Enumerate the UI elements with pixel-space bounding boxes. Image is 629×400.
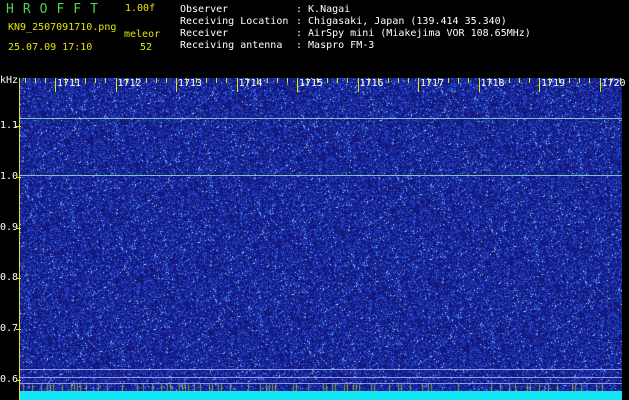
x-minor-tick (165, 78, 167, 83)
x-minor-tick (377, 78, 379, 83)
x-minor-tick (266, 78, 268, 83)
x-tick-label: 1712 (117, 78, 142, 89)
x-minor-tick (397, 78, 399, 83)
x-minor-tick (468, 78, 470, 83)
baseline-band (20, 391, 622, 400)
x-minor-tick (609, 78, 611, 83)
observer-value: : K.Nagai (296, 4, 351, 15)
x-tick-mark (478, 78, 480, 92)
x-minor-tick (135, 78, 137, 83)
x-tick-mark (176, 78, 177, 92)
signal-line (20, 175, 622, 176)
app-version: 1.00f (125, 3, 156, 14)
x-tick-mark (418, 78, 419, 92)
x-minor-tick (216, 78, 218, 83)
x-minor-tick (186, 78, 188, 83)
x-tick-label: 1713 (178, 78, 203, 89)
observer-label: Observer (180, 4, 229, 15)
x-tick-mark (599, 78, 601, 92)
x-tick-mark (539, 78, 540, 92)
x-minor-tick (327, 78, 329, 83)
spectrogram (20, 78, 622, 400)
x-minor-tick (448, 78, 450, 83)
x-minor-tick (246, 78, 248, 83)
x-tick-label: 1717 (420, 78, 445, 89)
x-minor-tick (105, 78, 107, 83)
y-axis-line (19, 78, 20, 400)
x-minor-tick (498, 78, 500, 83)
x-minor-tick (518, 78, 520, 83)
x-minor-tick (387, 78, 389, 83)
x-minor-tick (438, 78, 440, 83)
x-minor-tick (458, 78, 460, 83)
x-tick-label: 1716 (359, 78, 384, 89)
y-unit-label: kHz (0, 75, 19, 86)
x-tick-mark (297, 78, 298, 92)
x-minor-tick (24, 78, 26, 83)
x-minor-tick (407, 78, 409, 83)
x-tick-mark (55, 78, 56, 92)
x-minor-tick (589, 78, 591, 83)
x-minor-tick (488, 78, 490, 83)
x-minor-tick (256, 78, 258, 83)
x-minor-tick (569, 78, 571, 83)
antenna-value: : Maspro FM-3 (296, 40, 375, 51)
x-minor-tick (347, 78, 349, 83)
x-tick-label: 1714 (238, 78, 263, 89)
x-minor-tick (559, 78, 561, 83)
x-minor-tick (206, 78, 208, 83)
signal-line (20, 369, 622, 370)
x-minor-tick (579, 78, 581, 83)
x-minor-tick (95, 78, 97, 83)
x-tick-label: 1718 (480, 78, 505, 89)
x-minor-tick (155, 78, 157, 83)
x-minor-tick (337, 78, 339, 83)
x-minor-tick (317, 78, 319, 83)
x-tick-label: 1715 (299, 78, 324, 89)
x-minor-tick (508, 78, 510, 83)
x-minor-tick (286, 78, 288, 83)
x-minor-tick (34, 78, 36, 83)
x-tick-mark (115, 78, 117, 92)
receiver-value: : AirSpy mini (Miakejima VOR 108.65MHz) (296, 28, 531, 39)
timestamp: 25.07.09 17:10 (8, 42, 93, 53)
x-minor-tick (549, 78, 551, 83)
header-panel: HROFFT 1.00f KN9_2507091710.png meleor 2… (0, 0, 629, 75)
x-minor-tick (65, 78, 67, 83)
signal-line (20, 377, 622, 378)
x-minor-tick (226, 78, 228, 83)
x-minor-tick (619, 78, 621, 83)
x-tick-mark (236, 78, 238, 92)
app-title: HROFFT (6, 2, 107, 17)
x-minor-tick (145, 78, 147, 83)
x-minor-tick (428, 78, 430, 83)
receiver-label: Receiver (180, 28, 229, 39)
spectrogram-canvas (20, 78, 622, 400)
x-minor-tick (276, 78, 278, 83)
x-minor-tick (367, 78, 369, 83)
mode-label: meleor (124, 29, 161, 40)
x-tick-label: 1720 (601, 78, 626, 89)
right-border (622, 78, 629, 400)
x-minor-tick (528, 78, 530, 83)
antenna-label: Receiving antenna (180, 40, 283, 51)
x-minor-tick (85, 78, 87, 83)
x-tick-mark (357, 78, 359, 92)
x-minor-tick (307, 78, 309, 83)
signal-line (20, 118, 622, 119)
file-name: KN9_2507091710.png (8, 22, 117, 33)
detection-count: 52 (140, 42, 153, 53)
location-value: : Chigasaki, Japan (139.414 35.340) (296, 16, 507, 27)
x-minor-tick (196, 78, 198, 83)
x-minor-tick (125, 78, 127, 83)
location-label: Receiving Location (180, 16, 289, 27)
x-tick-label: 1719 (541, 78, 566, 89)
signal-line (20, 383, 622, 384)
x-minor-tick (75, 78, 77, 83)
x-minor-tick (44, 78, 46, 83)
x-tick-label: 1711 (57, 78, 82, 89)
